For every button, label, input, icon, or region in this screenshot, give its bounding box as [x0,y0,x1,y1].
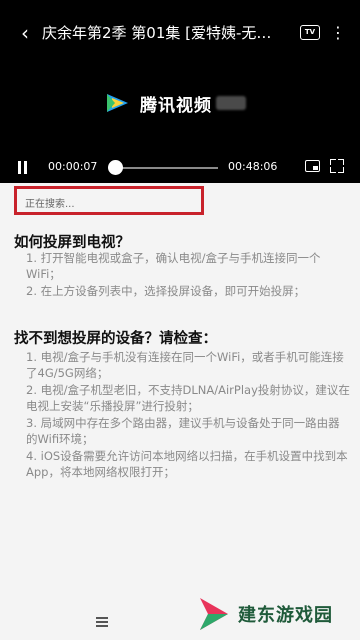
watermark-logo-icon [200,598,228,630]
tencent-video-logo: 腾讯视频 [104,88,246,118]
logo-blurred-part [216,96,246,110]
site-watermark: 建东游戏园 [196,590,356,638]
more-options-icon[interactable]: ⋮ [328,22,348,44]
device-search-highlight: 正在搜索... [14,186,204,215]
troubleshoot-item: 4. iOS设备需要允许访问本地网络以扫描，在手机设置中找到本App，将本地网络… [26,449,348,479]
player-controls: 00:00:07 00:48:06 [0,157,360,179]
player-top-bar: ‹ 庆余年第2季 第01集 [爱特姨-无… TV ⋮ [0,20,360,46]
progress-knob[interactable] [108,160,123,175]
troubleshoot-item: 2. 电视/盒子机型老旧，不支持DLNA/AirPlay投射协议，建议在电视上安… [26,383,350,413]
troubleshoot-item: 1. 电视/盒子与手机没有连接在同一个WiFi，或者手机可能连接了4G/5G网络… [26,350,344,380]
back-icon[interactable]: ‹ [14,22,36,44]
video-player[interactable]: ‹ 庆余年第2季 第01集 [爱特姨-无… TV ⋮ 腾讯视频 00:00:07… [0,0,360,183]
watermark-text: 建东游戏园 [238,605,333,626]
troubleshoot-title: 找不到想投屏的设备？请检查： [14,331,217,347]
howto-title: 如何投屏到电视？ [14,235,130,251]
troubleshoot-item: 3. 局域网中存在多个路由器，建议手机与设备处于同一路由器的Wifi环境； [26,416,340,446]
tencent-video-logo-text: 腾讯视频 [140,95,212,116]
fullscreen-icon[interactable] [330,159,344,173]
progress-track[interactable] [110,167,218,169]
search-status: 正在搜索... [25,199,75,210]
menu-icon[interactable] [96,617,108,627]
tencent-video-play-icon [107,94,128,112]
video-title: 庆余年第2季 第01集 [爱特姨-无… [42,24,272,42]
howto-item: 2. 在上方设备列表中，选择投屏设备，即可开始投屏； [26,284,306,298]
picture-in-picture-icon[interactable] [305,160,320,172]
howto-item: 1. 打开智能电视或盒子，确认电视/盒子与手机连接同一个WiFi； [26,251,321,281]
current-time: 00:00:07 [48,160,98,173]
tv-cast-icon[interactable]: TV [300,25,320,40]
total-time: 00:48:06 [228,160,278,173]
pause-icon[interactable] [18,161,28,174]
